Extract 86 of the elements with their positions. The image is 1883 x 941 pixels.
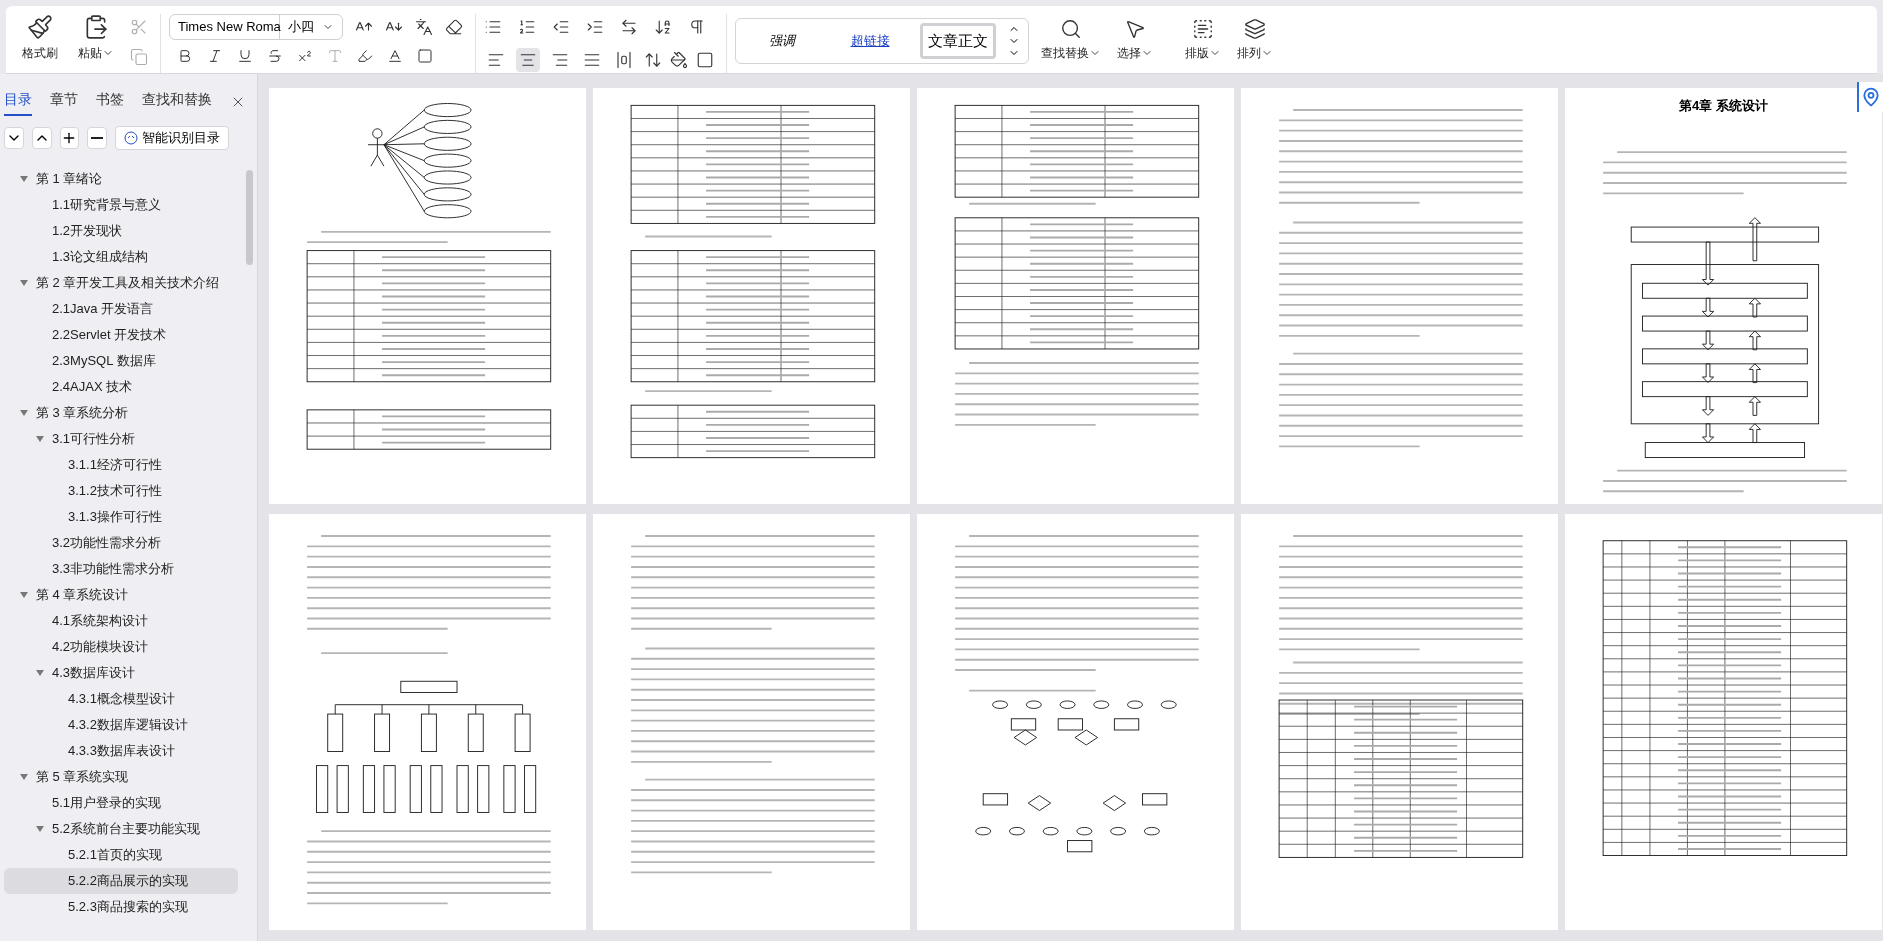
style-option[interactable]: 文章正文 <box>920 23 996 59</box>
expand-triangle-icon[interactable] <box>36 669 44 677</box>
ribbon-tool-button[interactable]: 查找替换 <box>1041 18 1101 62</box>
underline-icon[interactable] <box>237 48 253 64</box>
font-size-dropdown[interactable]: 小四 <box>280 15 342 39</box>
smart-icon <box>124 131 138 145</box>
line-spacing-icon[interactable] <box>644 51 662 69</box>
toc-item[interactable]: 4.3.3数据库表设计 <box>4 738 238 764</box>
toc-item[interactable]: 5.1用户登录的实现 <box>4 790 238 816</box>
toc-item[interactable]: 2.2Servlet 开发技术 <box>4 322 238 348</box>
toc-item[interactable]: 1.3论文组成结构 <box>4 244 238 270</box>
toc-item[interactable]: 2.4AJAX 技术 <box>4 374 238 400</box>
outline-level-button[interactable] <box>87 127 107 149</box>
eraser-icon[interactable] <box>445 18 463 36</box>
clipboard-button[interactable]: 粘贴 <box>74 14 118 62</box>
paintbrush-icon[interactable] <box>27 14 53 40</box>
ribbon-tool-button[interactable]: 选择 <box>1117 18 1153 62</box>
layers-icon[interactable] <box>1244 18 1266 40</box>
numbered-list-icon[interactable] <box>518 18 536 36</box>
toc-item[interactable]: 3.1可行性分析 <box>4 426 238 452</box>
nav-tab[interactable]: 查找和替换 <box>142 88 212 116</box>
map-pin-icon <box>1861 87 1881 107</box>
toc-item[interactable]: 第 4 章系统设计 <box>4 582 238 608</box>
toc-item[interactable]: 4.3.2数据库逻辑设计 <box>4 712 238 738</box>
character-shading-icon[interactable] <box>417 48 433 64</box>
clipboard-button[interactable]: 格式刷 <box>18 14 62 62</box>
toc-item[interactable]: 4.3数据库设计 <box>4 660 238 686</box>
text-layout-icon[interactable] <box>1192 18 1214 40</box>
outdent-icon[interactable] <box>552 18 570 36</box>
toc-item[interactable]: 5.2系统前台主要功能实现 <box>4 816 238 842</box>
font-name-dropdown[interactable]: Times New Roma <box>170 15 280 39</box>
nav-tab[interactable]: 目录 <box>4 88 32 116</box>
ribbon-tool-button[interactable]: 排版 <box>1185 18 1221 62</box>
toc-item[interactable]: 1.2开发现状 <box>4 218 238 244</box>
expand-triangle-icon[interactable] <box>36 825 44 833</box>
toc-item[interactable]: 第 3 章系统分析 <box>4 400 238 426</box>
toc-item[interactable]: 1.1研究背景与意义 <box>4 192 238 218</box>
outline-level-button[interactable] <box>59 127 80 149</box>
expand-triangle-icon[interactable] <box>20 175 28 183</box>
bold-icon[interactable] <box>177 48 193 64</box>
superscript-icon[interactable] <box>297 48 313 64</box>
search-icon[interactable] <box>1060 18 1082 40</box>
toc-item[interactable]: 3.1.3操作可行性 <box>4 504 238 530</box>
expand-triangle-icon[interactable] <box>20 279 28 287</box>
toc-item[interactable]: 3.1.2技术可行性 <box>4 478 238 504</box>
phonetic-icon[interactable] <box>415 18 433 36</box>
highlighter-icon[interactable] <box>357 48 373 64</box>
chapter-heading: 第4章 系统设计 <box>1679 97 1768 115</box>
toc-item[interactable]: 4.3.1概念模型设计 <box>4 686 238 712</box>
sort-icon[interactable] <box>654 18 672 36</box>
expand-triangle-icon[interactable] <box>20 591 28 599</box>
toc-item[interactable]: 4.2功能模块设计 <box>4 634 238 660</box>
location-pin-button[interactable] <box>1857 82 1883 112</box>
minus-icon <box>91 137 104 139</box>
scrollbar[interactable] <box>246 170 253 265</box>
expand-triangle-icon[interactable] <box>20 409 28 417</box>
smart-toc-button[interactable]: 智能识别目录 <box>115 126 229 150</box>
bullet-list-icon[interactable] <box>484 18 502 36</box>
toc-item[interactable]: 2.3MySQL 数据库 <box>4 348 238 374</box>
toc-item[interactable]: 2.1Java 开发语言 <box>4 296 238 322</box>
nav-tab[interactable]: 书签 <box>96 88 124 116</box>
style-option[interactable]: 强调 <box>744 23 820 59</box>
toc-item[interactable]: 5.2.1首页的实现 <box>4 842 238 868</box>
border-icon[interactable] <box>696 51 714 69</box>
ribbon-tool-button[interactable]: 排列 <box>1237 18 1273 62</box>
toc-item[interactable]: 第 5 章系统实现 <box>4 764 238 790</box>
expand-triangle-icon[interactable] <box>36 435 44 443</box>
paint-bucket-icon[interactable] <box>670 51 688 69</box>
indent-icon[interactable] <box>586 18 604 36</box>
toc-item[interactable]: 3.1.1经济可行性 <box>4 452 238 478</box>
toc-item[interactable]: 5.2.2商品展示的实现 <box>4 868 238 894</box>
toc-item[interactable]: 第 1 章绪论 <box>4 166 238 192</box>
toc-item[interactable]: 第 2 章开发工具及相关技术介绍 <box>4 270 238 296</box>
text-direction-icon[interactable] <box>620 18 638 36</box>
cursor-icon[interactable] <box>1124 18 1146 40</box>
paragraph-mark-icon[interactable] <box>688 18 706 36</box>
toc-item[interactable]: 5.2.3商品搜索的实现 <box>4 894 238 920</box>
nav-tab[interactable]: 章节 <box>50 88 78 116</box>
italic-icon[interactable] <box>207 48 223 64</box>
font-color-icon[interactable] <box>387 48 403 64</box>
strikethrough-icon[interactable] <box>267 48 283 64</box>
style-option[interactable]: 超链接 <box>832 23 908 59</box>
expand-triangle-icon[interactable] <box>20 773 28 781</box>
toc-item[interactable]: 3.3非功能性需求分析 <box>4 556 238 582</box>
toc-item[interactable]: 4.1系统架构设计 <box>4 608 238 634</box>
toc-item[interactable]: 3.2功能性需求分析 <box>4 530 238 556</box>
